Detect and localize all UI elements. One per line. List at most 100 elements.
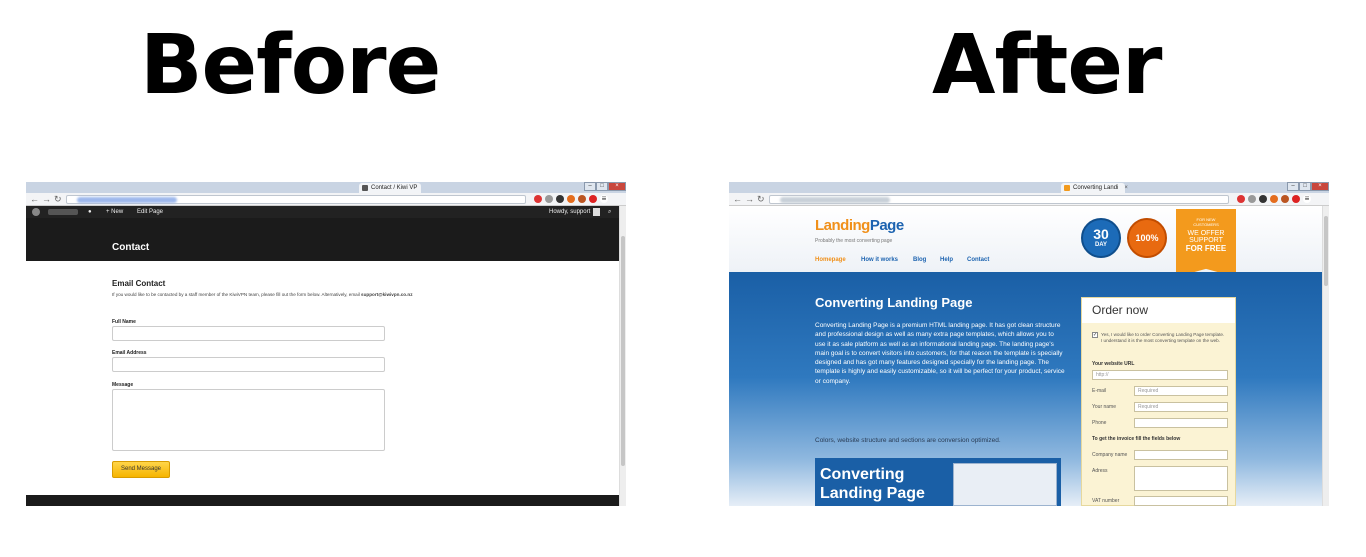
free-support-ribbon: FOR NEW CUSTOMERS WE OFFER SUPPORT FOR F… [1176, 209, 1236, 277]
maximize-button[interactable]: □ [1299, 182, 1311, 191]
nav-blog[interactable]: Blog [913, 257, 926, 263]
order-form: Order now ✓ Yes, I would like to order C… [1081, 297, 1236, 506]
window-controls: – □ × [584, 182, 626, 192]
back-icon[interactable]: ← [30, 194, 39, 205]
page-header: Contact [26, 218, 619, 261]
browser-tabstrip: Converting Landi × – □ × [729, 182, 1329, 193]
scrollbar[interactable] [619, 206, 626, 506]
after-screenshot: Converting Landi × – □ × ← → ↻ ≡ LandingP… [729, 182, 1329, 506]
company-input[interactable] [1134, 450, 1228, 460]
extension-icon[interactable] [589, 195, 597, 203]
browser-tab[interactable]: Contact / Kiwi VP [359, 183, 421, 193]
address-label: Adress [1092, 468, 1108, 474]
adblock-icon[interactable] [1237, 195, 1245, 203]
edit-page-link[interactable]: Edit Page [137, 206, 163, 218]
blurred-url [780, 197, 890, 203]
phone-label: Phone [1092, 420, 1107, 426]
phone-input[interactable] [1134, 418, 1228, 428]
glasses-icon[interactable] [556, 195, 564, 203]
extension-icon[interactable] [567, 195, 575, 203]
wp-admin-bar: ● + New Edit Page Howdy, support ⌕ [26, 206, 619, 218]
blurred-site-name [48, 209, 78, 215]
support-email-link[interactable]: support@kiwivpn.co.nz [361, 292, 412, 297]
window-controls: – □ × [1287, 182, 1329, 192]
nav-contact[interactable]: Contact [967, 257, 989, 263]
email-input[interactable]: Required [1134, 386, 1228, 396]
forward-icon[interactable]: → [42, 194, 51, 205]
hero-title: Converting Landing Page [815, 295, 973, 310]
satisfaction-badge: 100% [1127, 218, 1167, 258]
forward-icon[interactable]: → [745, 194, 754, 205]
maximize-button[interactable]: □ [596, 182, 608, 191]
star-icon[interactable] [545, 195, 553, 203]
30-day-badge: 30 DAY [1081, 218, 1121, 258]
adblock-icon[interactable] [534, 195, 542, 203]
full-name-label: Full Name [112, 319, 136, 325]
comment-icon[interactable]: ● [88, 206, 92, 218]
howdy-label[interactable]: Howdy, support [549, 206, 590, 218]
reload-icon[interactable]: ↻ [54, 194, 62, 205]
logo[interactable]: LandingPage [815, 217, 904, 234]
extension-icon[interactable] [1281, 195, 1289, 203]
nav-how-it-works[interactable]: How it works [861, 257, 898, 263]
promo-image: Converting Landing Page [815, 458, 1061, 506]
new-menu[interactable]: + New [106, 206, 123, 218]
extension-icons: ≡ [534, 195, 608, 203]
favicon-icon [362, 185, 368, 191]
minimize-button[interactable]: – [1287, 182, 1299, 191]
invoice-label: To get the invoice fill the fields below [1092, 436, 1181, 442]
nav-help[interactable]: Help [940, 257, 953, 263]
close-window-button[interactable]: × [608, 182, 626, 191]
search-icon[interactable]: ⌕ [608, 206, 611, 218]
extension-icon[interactable] [1270, 195, 1278, 203]
sub-text: Colors, website structure and sections a… [815, 437, 1001, 444]
browser-toolbar: ← → ↻ ≡ [729, 193, 1329, 206]
address-bar[interactable] [769, 195, 1229, 204]
scrollbar[interactable] [1322, 206, 1329, 506]
url-input[interactable]: http:// [1092, 370, 1228, 380]
glasses-icon[interactable] [1259, 195, 1267, 203]
reload-icon[interactable]: ↻ [757, 194, 765, 205]
vat-input[interactable] [1134, 496, 1228, 506]
minimize-button[interactable]: – [584, 182, 596, 191]
menu-icon[interactable]: ≡ [1303, 195, 1311, 203]
blurred-url [77, 197, 177, 203]
close-window-button[interactable]: × [1311, 182, 1329, 191]
email-input[interactable] [112, 357, 385, 372]
wordpress-icon[interactable] [32, 208, 40, 216]
menu-icon[interactable]: ≡ [600, 195, 608, 203]
message-label: Message [112, 382, 134, 388]
order-title: Order now [1082, 298, 1235, 323]
promo-screenshot-thumb [953, 463, 1057, 506]
message-textarea[interactable] [112, 389, 385, 451]
extension-icon[interactable] [578, 195, 586, 203]
star-icon[interactable] [1248, 195, 1256, 203]
intro-text: If you would like to be contacted by a s… [112, 292, 413, 297]
before-heading: Before [140, 18, 441, 113]
name-input[interactable]: Required [1134, 402, 1228, 412]
company-label: Company name [1092, 452, 1128, 458]
hero-text: Converting Landing Page is a premium HTM… [815, 322, 1065, 385]
address-input[interactable] [1134, 466, 1228, 491]
order-checkbox-label: Yes, I would like to order Converting La… [1101, 332, 1225, 343]
address-bar[interactable] [66, 195, 526, 204]
full-name-input[interactable] [112, 326, 385, 341]
browser-tab[interactable]: Converting Landi × [1061, 183, 1128, 193]
order-checkbox[interactable]: ✓ [1092, 332, 1098, 338]
promo-title: Converting Landing Page [820, 466, 925, 502]
page-footer [26, 495, 619, 506]
close-tab-icon[interactable]: × [1124, 185, 1128, 191]
extension-icon[interactable] [1292, 195, 1300, 203]
url-label: Your website URL [1092, 361, 1135, 367]
extension-icons: ≡ [1237, 195, 1311, 203]
back-icon[interactable]: ← [733, 194, 742, 205]
browser-tabstrip: Contact / Kiwi VP – □ × [26, 182, 626, 193]
send-message-button[interactable]: Send Message [112, 461, 170, 478]
tagline: Probably the most converting page [815, 238, 893, 244]
before-screenshot: Contact / Kiwi VP – □ × ← → ↻ ≡ ● + New … [26, 182, 626, 506]
name-label: Your name [1092, 404, 1116, 410]
nav-homepage[interactable]: Homepage [815, 257, 846, 263]
browser-toolbar: ← → ↻ ≡ [26, 193, 626, 206]
email-label: E-mail [1092, 388, 1107, 394]
tab-title: Converting Landi [1073, 185, 1119, 191]
